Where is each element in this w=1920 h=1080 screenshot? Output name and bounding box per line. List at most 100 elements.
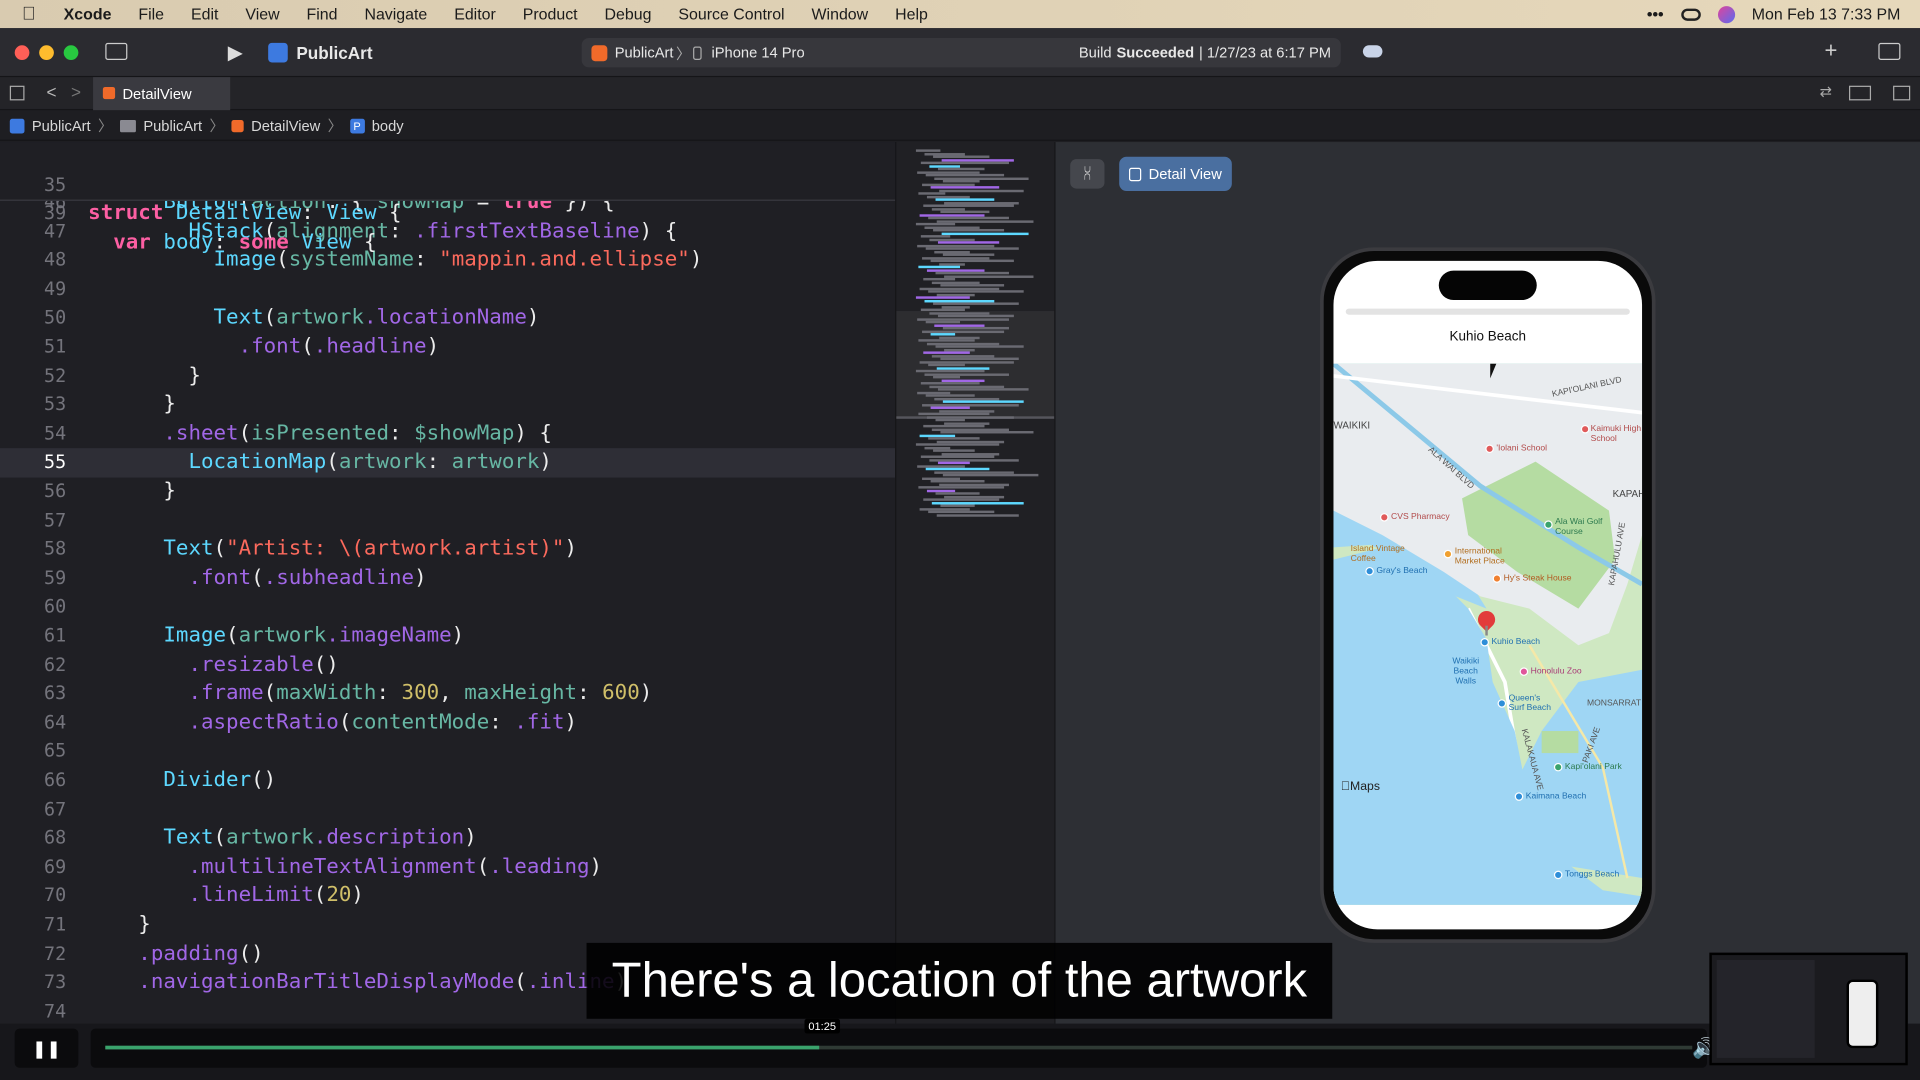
map-poi-icon[interactable] [1380,513,1389,522]
code-line[interactable]: 53 } [0,391,895,420]
map-poi-icon[interactable] [1485,444,1494,454]
map-label: Hy's Steak House [1503,574,1572,583]
menu-edit[interactable]: Edit [191,5,218,23]
map-poi-icon[interactable] [1580,424,1590,434]
progress-track[interactable] [105,1045,1693,1050]
scheme-icon [591,44,608,61]
code-line[interactable]: 58 Text("Artist: \(artwork.artist)") [0,535,895,564]
siri-icon[interactable] [1717,5,1735,23]
menu-window[interactable]: Window [812,5,869,23]
map-poi-icon[interactable] [1544,520,1553,529]
code-text: Text("Artist: \(artwork.artist)") [163,536,578,562]
line-number: 58 [44,537,67,560]
video-scrubber[interactable]: 01:25 [90,1018,1707,1068]
refresh-icon[interactable]: ⇄ [1820,83,1832,100]
scheme-selector[interactable]: PublicArt [615,44,674,61]
code-line[interactable]: 51 .font(.headline) [0,333,895,362]
menu-xcode[interactable]: Xcode [64,5,112,23]
code-line[interactable]: 54 .sheet(isPresented: $showMap) { [0,420,895,449]
menu-file[interactable]: File [138,5,164,23]
line-number: 54 [44,422,67,445]
code-line[interactable]: 65 [0,738,895,767]
menu-source-control[interactable]: Source Control [678,5,784,23]
map-poi-icon[interactable] [1553,762,1563,772]
code-line[interactable]: 61 Image(artwork.imageName) [0,622,895,651]
menu-debug[interactable]: Debug [605,5,652,23]
detail-view-preview-button[interactable]: Detail View [1119,156,1232,192]
pause-button[interactable]: ❚❚ [14,1028,79,1068]
editor-options-icon[interactable] [1848,85,1872,101]
map-poi-icon[interactable] [1443,549,1453,559]
code-line[interactable]: 60 [0,593,895,622]
toggle-inspector-icon[interactable] [1878,42,1901,61]
map-poi-icon[interactable] [1497,699,1507,708]
tab-detailview[interactable]: DetailView [93,77,231,111]
code-line[interactable]: 68 Text(artwork.description) [0,824,895,853]
code-line[interactable]: 49 [0,275,895,304]
window-controls [14,44,79,60]
code-line[interactable]: 71 } [0,911,895,940]
breadcrumb-file[interactable]: DetailView [251,117,320,134]
run-icon[interactable]: ▶ [228,40,243,64]
toggle-navigator-icon[interactable] [105,42,128,61]
preview-canvas: ⩆ Detail View Kuhio Beach KAPI'OLANI BLV… [1054,142,1920,1024]
map-view[interactable]: KAPI'OLANI BLVD Kaimuki High School 'Iol… [1333,363,1643,905]
code-line[interactable]: 70 .lineLimit(20) [0,882,895,911]
chevron-right-icon: 〉 [675,44,691,62]
code-line[interactable]: 57 [0,506,895,535]
apple-icon[interactable]:  [22,4,44,25]
add-icon[interactable]: + [1825,38,1838,64]
line-number: 72 [44,942,67,965]
minimize-window-icon[interactable] [39,44,54,60]
source-editor[interactable]: 46 Button(action: { showMap = true }) {4… [0,142,896,1024]
code-line[interactable]: 63 .frame(maxWidth: 300, maxHeight: 600) [0,680,895,709]
code-line[interactable]: 62 .resizable() [0,651,895,680]
code-line[interactable]: 59 .font(.subheadline) [0,564,895,593]
zoom-window-icon[interactable] [63,44,79,60]
back-icon[interactable]: < [47,82,57,102]
code-line[interactable]: 67 [0,795,895,824]
grid-icon[interactable] [9,85,25,101]
code-line[interactable]: 69 .multilineTextAlignment(.leading) [0,853,895,882]
map-poi-icon[interactable] [1365,566,1374,576]
sticky-line[interactable]: 35 struct DetailView: View { [0,142,895,225]
code-line[interactable]: 50 Text(artwork.locationName) [0,304,895,333]
cloud-icon[interactable] [1362,45,1383,58]
add-editor-icon[interactable] [1893,85,1911,101]
minimap[interactable] [895,142,1056,1024]
apple-maps-logo: Maps [1341,780,1380,793]
menu-help[interactable]: Help [895,5,928,23]
code-line[interactable]: 55 LocationMap(artwork: artwork) [0,448,896,478]
menu-view[interactable]: View [245,5,279,23]
menu-find[interactable]: Find [307,5,338,23]
breadcrumb-project[interactable]: PublicArt [32,117,91,134]
menu-navigate[interactable]: Navigate [364,5,427,23]
code-line[interactable]: 64 .aspectRatio(contentMode: .fit) [0,709,895,738]
menubar-datetime[interactable]: Mon Feb 13 7:33 PM [1752,5,1901,23]
more-icon[interactable]: ••• [1647,5,1664,23]
code-line[interactable]: 56 } [0,478,895,507]
close-window-icon[interactable] [14,44,30,60]
code-text: } [88,392,176,417]
map-poi-icon[interactable] [1519,667,1529,676]
breadcrumb-group[interactable]: PublicArt [143,117,202,134]
map-poi-icon[interactable] [1480,637,1489,647]
code-line[interactable]: 66 Divider() [0,767,895,796]
line-number: 56 [44,480,67,503]
line-number: 50 [44,306,67,329]
sheet-grabber[interactable] [1345,308,1630,315]
map-poi-icon[interactable] [1553,870,1563,880]
device-selector[interactable]: iPhone 14 Pro [711,44,804,61]
pin-preview-button[interactable]: ⩆ [1070,159,1105,189]
map-poi-icon[interactable] [1492,574,1502,583]
map-poi-icon[interactable] [1514,792,1524,801]
menu-editor[interactable]: Editor [454,5,496,23]
menu-product[interactable]: Product [523,5,578,23]
code-line[interactable]: 52 } [0,362,895,391]
breadcrumb-symbol[interactable]: body [372,117,404,134]
forward-icon[interactable]: > [71,82,81,102]
thumbnail-code [1716,960,1815,1058]
control-center-icon[interactable] [1680,7,1701,21]
minimap-line [936,513,1019,517]
sticky-line[interactable]: 39 var body: some View { [0,171,895,254]
